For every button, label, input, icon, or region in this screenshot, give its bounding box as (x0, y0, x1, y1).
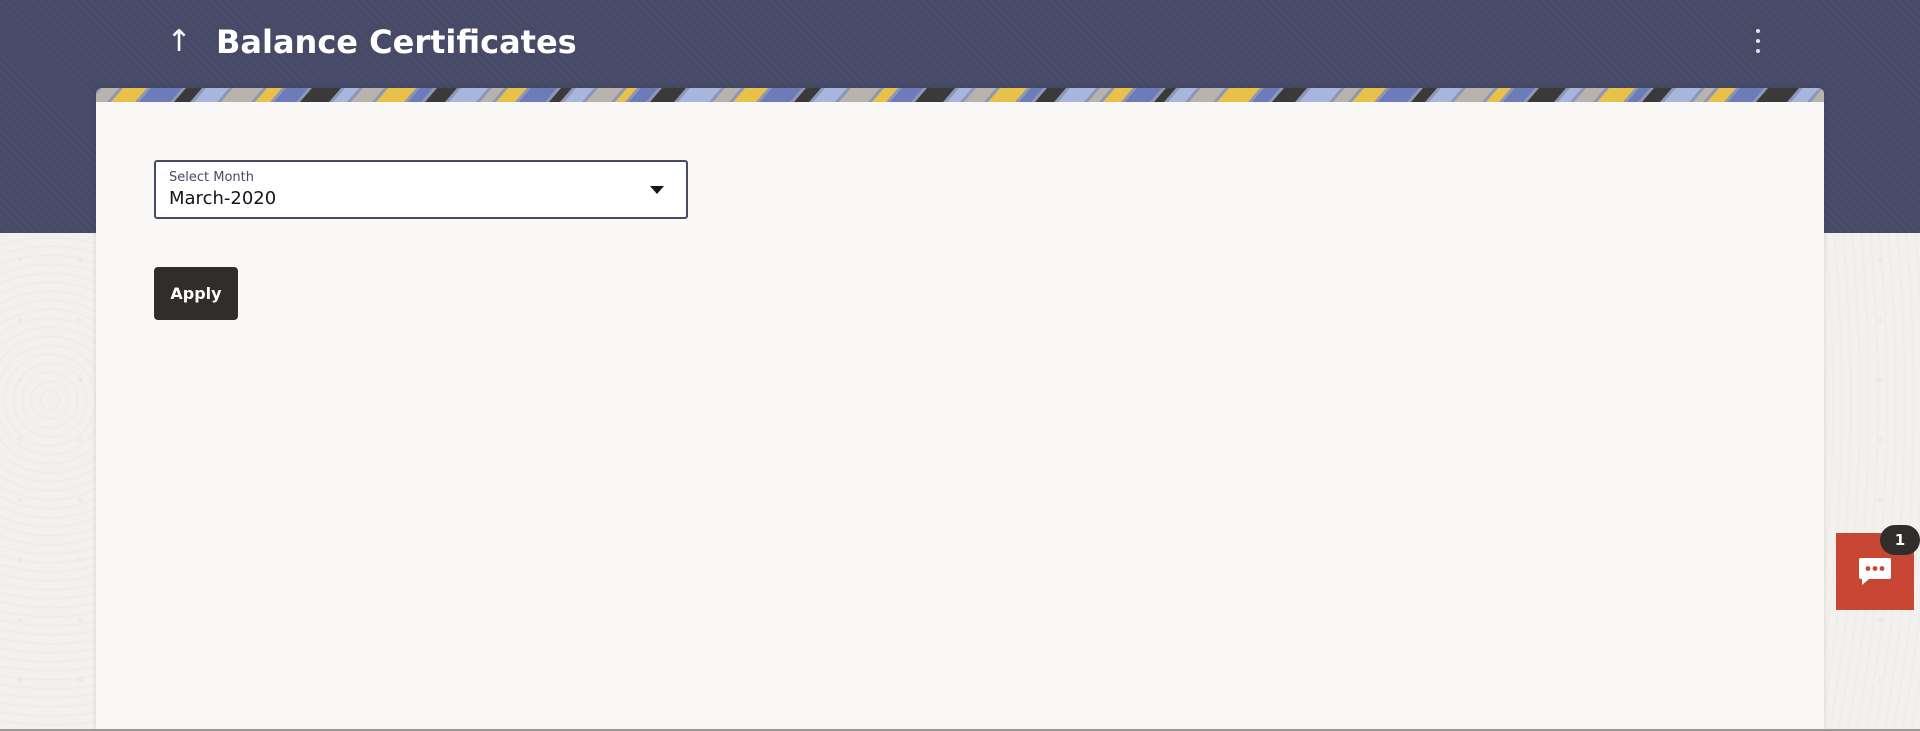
month-select-label: Select Month (169, 170, 254, 185)
month-select-value: March-2020 (169, 188, 277, 209)
page-title: Balance Certificates (216, 23, 577, 61)
decorative-banner (96, 88, 1824, 102)
notification-badge: 1 (1880, 525, 1920, 555)
back-button[interactable]: ↑ (160, 20, 198, 64)
chat-bubble-icon (1859, 558, 1891, 585)
apply-button[interactable]: Apply (154, 267, 238, 320)
arrow-up-icon: ↑ (166, 24, 192, 59)
more-options-button[interactable] (1740, 26, 1776, 56)
month-select[interactable]: Select Month March-2020 (154, 160, 688, 219)
content-card: Select Month March-2020 Apply (96, 88, 1824, 731)
kebab-menu-icon (1756, 29, 1760, 33)
caret-down-icon (650, 186, 664, 194)
